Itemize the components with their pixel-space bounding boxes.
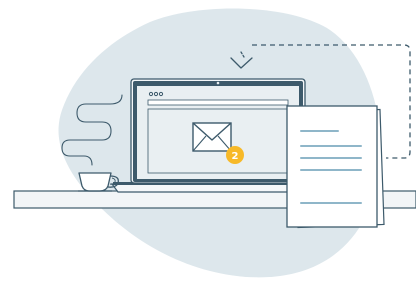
laptop-camera — [216, 81, 220, 85]
notification-count: 2 — [232, 151, 239, 162]
notification-badge: 2 — [226, 146, 244, 164]
document-icon — [286, 105, 378, 228]
envelope-icon — [192, 122, 232, 152]
email-illustration: 2 — [0, 0, 416, 293]
illustration-canvas: 2 — [13, 8, 416, 278]
laptop-base — [110, 183, 312, 193]
browser-address-bar — [147, 99, 289, 106]
